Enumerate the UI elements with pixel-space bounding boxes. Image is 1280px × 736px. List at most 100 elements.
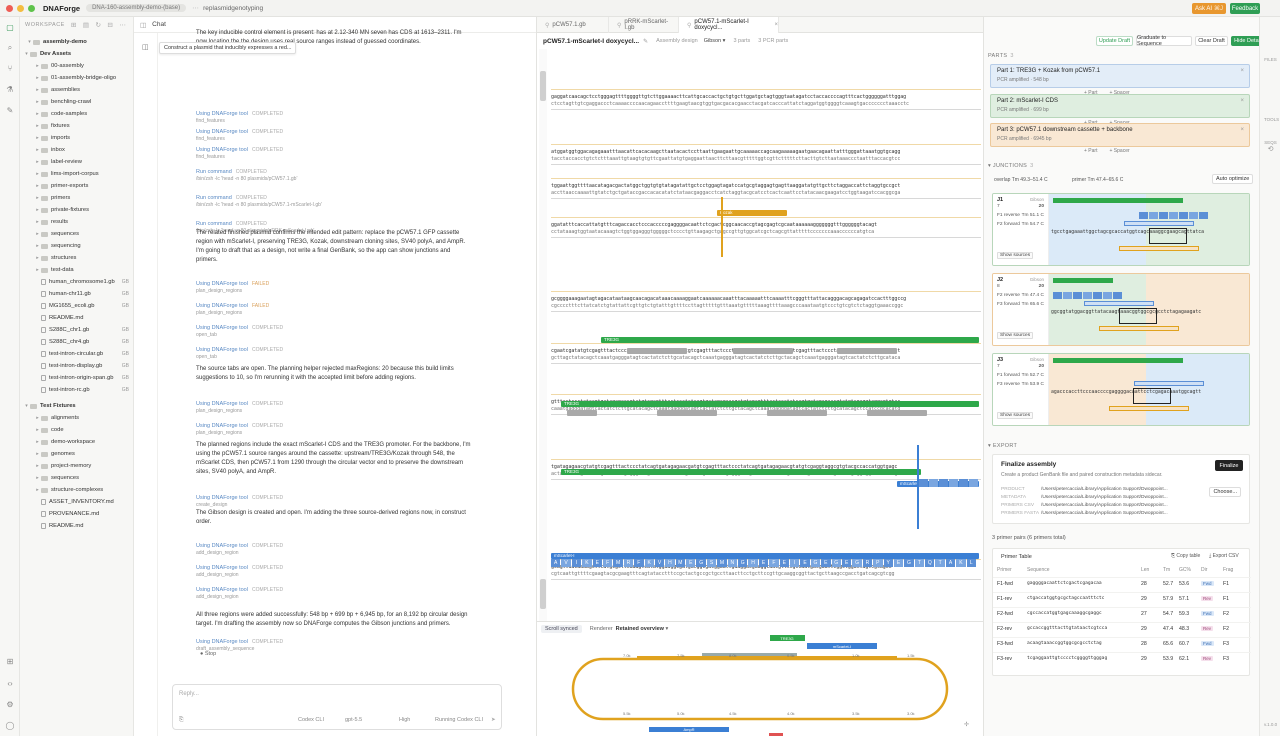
- tree-file[interactable]: human_chromosome1.gb GB: [20, 276, 133, 288]
- sequence-reverse-strand[interactable]: cgcccctttcttatcatctgtattattcgttgtctgtatt…: [551, 303, 903, 309]
- tree-folder[interactable]: ▸ results: [20, 216, 133, 228]
- effort-select[interactable]: High: [399, 717, 410, 723]
- new-file-icon[interactable]: ▤: [83, 21, 90, 29]
- feature-tet-operator[interactable]: [767, 410, 827, 416]
- maximize-window-button[interactable]: [28, 4, 35, 12]
- tree-file[interactable]: README.md: [20, 520, 133, 532]
- choose-path-button[interactable]: Choose...: [1209, 487, 1241, 497]
- primer-col-header[interactable]: Frag: [1223, 567, 1233, 573]
- junction-sequence[interactable]: agacccaccttcccaaccccgaggggacaattcctcgaga…: [1051, 390, 1201, 395]
- show-sources-button[interactable]: Show sources: [997, 252, 1034, 259]
- feature-tre3g[interactable]: TRE3G: [601, 337, 979, 343]
- attach-icon[interactable]: ⎘: [179, 717, 183, 724]
- primer-col-header[interactable]: Dir: [1201, 567, 1207, 573]
- tree-file[interactable]: README.md: [20, 312, 133, 324]
- junction-card[interactable]: J3 Gibson 7 20 F1 forward Tm 52.7 C F3 reverse…: [992, 353, 1250, 426]
- show-sources-button[interactable]: Show sources: [997, 412, 1034, 419]
- feature-tet-operator[interactable]: [657, 410, 717, 416]
- tree-folder[interactable]: ▸ primers: [20, 192, 133, 204]
- scroll-synced-toggle[interactable]: Scroll synced: [541, 624, 582, 633]
- feature-tet-operator[interactable]: [837, 348, 897, 354]
- add-part-button[interactable]: + Part: [1084, 148, 1097, 154]
- junction-card[interactable]: J2 Gibson 8 20 F2 reverse Tm 47.4 C F3 forward…: [992, 273, 1250, 346]
- tool-call[interactable]: Using DNAForge tool COMPLETED create_desig…: [196, 495, 456, 509]
- tree-folder[interactable]: ▸ code: [20, 424, 133, 436]
- tree-folder[interactable]: ▸ structure-complexes: [20, 484, 133, 496]
- tree-folder[interactable]: ▸ code-samples: [20, 108, 133, 120]
- update-draft-button[interactable]: Update Draft: [1096, 36, 1133, 46]
- graduate-button[interactable]: Graduate to Sequence: [1136, 35, 1192, 47]
- tree-folder[interactable]: ▸ primer-exports: [20, 180, 133, 192]
- tree-folder[interactable]: ▸ fixtures: [20, 120, 133, 132]
- feature-kozak[interactable]: Kozak: [717, 210, 787, 216]
- primer-row[interactable]: F1-rev ctgaccatggtgcgctagccaatttctc 29 57.9…: [993, 592, 1251, 604]
- tree-folder[interactable]: ▸ assemblies: [20, 84, 133, 96]
- tree-file[interactable]: MG1655_ecoli.gb GB: [20, 300, 133, 312]
- feature-tre3g[interactable]: TRE3G: [561, 469, 921, 475]
- thread-icon[interactable]: ◫: [142, 43, 149, 51]
- tab-design[interactable]: ⚲ pCW57.1-mScarlet-I doxycycl... ×: [679, 17, 779, 33]
- sequence-reverse-strand[interactable]: cgtcaattgttttcgaagtacgcgaagtttcagtatacct…: [551, 571, 895, 577]
- tree-folder[interactable]: ▸ genomes: [20, 448, 133, 460]
- close-window-button[interactable]: [6, 4, 13, 12]
- sequence-reverse-strand[interactable]: cctataaagtggtaatacaaagtctggtggagggtggggg…: [551, 229, 874, 235]
- tool-call[interactable]: Using DNAForge tool FAILED plan_design_reg…: [196, 303, 456, 317]
- sequence-reverse-strand[interactable]: accttaaccaaaattgtatctgctgataccgaccacacat…: [551, 190, 900, 196]
- tree-file[interactable]: test-intron-circular.gb GB: [20, 348, 133, 360]
- tree-folder[interactable]: ▸ test-data: [20, 264, 133, 276]
- tool-call[interactable]: Using DNAForge tool COMPLETED open_tab: [196, 347, 456, 361]
- tree-file[interactable]: test-intron-display.gb GB: [20, 360, 133, 372]
- feature-tet-operator[interactable]: [867, 410, 927, 416]
- new-folder-icon[interactable]: ⊞: [71, 21, 77, 29]
- sequence-scrollbar[interactable]: [539, 49, 547, 621]
- remove-part-icon[interactable]: ×: [1240, 98, 1244, 104]
- tool-call[interactable]: Using DNAForge tool COMPLETED open_tab: [196, 325, 456, 339]
- grid-icon[interactable]: ⊞: [5, 657, 15, 667]
- show-sources-button[interactable]: Show sources: [997, 332, 1034, 339]
- add-spacer-button[interactable]: + Spacer: [1109, 148, 1129, 154]
- tree-folder[interactable]: ▸ structures: [20, 252, 133, 264]
- refresh-icon[interactable]: ↻: [95, 21, 101, 29]
- tool-call[interactable]: Using DNAForge tool COMPLETED find_feature…: [196, 129, 456, 143]
- tree-file[interactable]: PROVENANCE.md: [20, 508, 133, 520]
- map-zoom-icon[interactable]: ✢: [964, 721, 969, 728]
- feature-tet-operator[interactable]: [567, 410, 597, 416]
- export-csv-button[interactable]: ⤓ Export CSV: [1209, 553, 1239, 559]
- tree-folder[interactable]: ▸ inbox: [20, 144, 133, 156]
- part-card[interactable]: Part 1: TRE3G + Kozak from pCW57.1 PCR am…: [990, 64, 1250, 88]
- tree-group[interactable]: ▾ Test Fixtures: [20, 400, 133, 412]
- tree-folder[interactable]: ▸ benchling-crawl: [20, 96, 133, 108]
- tree-folder[interactable]: ▸ project-memory: [20, 460, 133, 472]
- tool-call[interactable]: Using DNAForge tool COMPLETED find_feature…: [196, 111, 456, 125]
- tab-pcw57[interactable]: ⚲ pCW57.1.gb: [537, 17, 609, 33]
- sequence-forward-strand[interactable]: tggaattggttttaacatagacgactatggctggtgtgta…: [551, 183, 900, 189]
- collapse-icon[interactable]: ⊟: [107, 21, 113, 29]
- feature-tet-operator[interactable]: [733, 348, 793, 354]
- tree-file[interactable]: human-chr11.gb GB: [20, 288, 133, 300]
- feedback-button[interactable]: Feedback: [1230, 3, 1260, 14]
- primer-col-header[interactable]: Primer: [997, 567, 1012, 573]
- model-select[interactable]: gpt-5.5: [345, 717, 362, 723]
- tool-call[interactable]: Using DNAForge tool COMPLETED plan_design_…: [196, 423, 456, 437]
- part-card[interactable]: Part 3: pCW57.1 downstream cassette + ba…: [990, 123, 1250, 147]
- tree-folder[interactable]: ▸ 01-assembly-bridge-oligo: [20, 72, 133, 84]
- feature-tre3g[interactable]: TRE3G: [561, 401, 979, 407]
- wrench-icon[interactable]: ✎: [5, 106, 15, 116]
- chat-collapse-icon[interactable]: ◫: [140, 21, 146, 29]
- primer-row[interactable]: F3-rev tcgaggaattgtcccctcggggttgggag 29 53.…: [993, 652, 1251, 664]
- send-icon[interactable]: ➤: [491, 717, 496, 723]
- gear-icon[interactable]: ⚙: [5, 700, 15, 710]
- primer-row[interactable]: F1-fwd gaggggacaattctcgactcgagacaa 28 52.7 5…: [993, 577, 1251, 589]
- agent-select[interactable]: Codex CLI: [298, 717, 324, 723]
- ask-ai-button[interactable]: Ask AI ⌘J: [1192, 3, 1226, 14]
- tree-folder[interactable]: ▸ private-fixtures: [20, 204, 133, 216]
- junction-marker[interactable]: [721, 197, 723, 257]
- clear-draft-button[interactable]: Clear Draft: [1195, 36, 1228, 46]
- tree-file[interactable]: S288C_chr4.gb GB: [20, 336, 133, 348]
- primer-col-header[interactable]: GC%: [1179, 567, 1191, 573]
- tree-folder[interactable]: ▸ 00-assembly: [20, 60, 133, 72]
- plasmid-map[interactable]: TRE3G mScarlet-I AmpR 7.0k 7.5k 8.0k 0.5k 1.…: [537, 633, 983, 736]
- files-icon[interactable]: ▢: [5, 23, 15, 33]
- tab-prrk[interactable]: ⚲ pRRK-mScarlet-I.gb: [609, 17, 679, 33]
- edit-title-icon[interactable]: ✎: [643, 38, 648, 45]
